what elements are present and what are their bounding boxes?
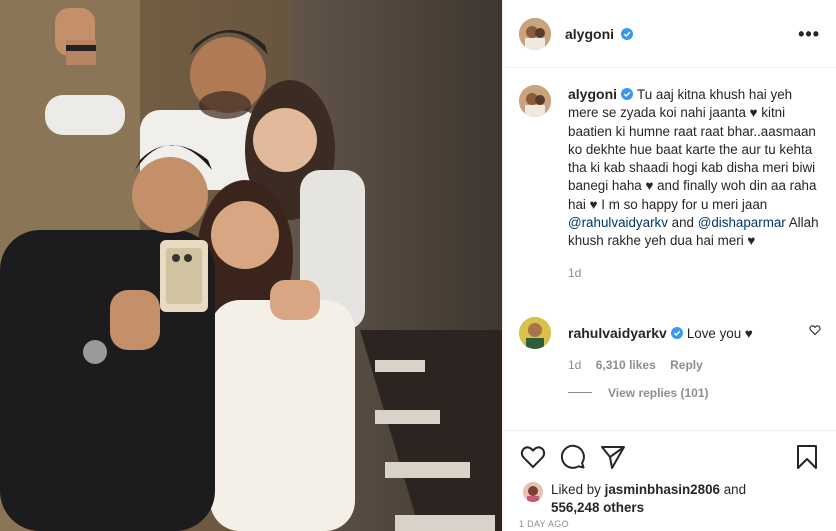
liked-by-prefix: Liked by	[551, 482, 605, 497]
author-name[interactable]: alygoni	[565, 26, 614, 42]
comment-row: rahulvaidyarkv Love you ♥ 1d 6,310 likes …	[519, 316, 821, 372]
comment-icon[interactable]	[559, 443, 587, 471]
caption-segment-1: Tu aaj kitna khush hai yeh mere se zyada…	[568, 87, 817, 212]
caption-username[interactable]: alygoni	[568, 86, 617, 102]
post-actions: Liked by jasminbhasin2806 and 556,248 ot…	[503, 430, 836, 517]
comments-section: alygoni Tu aaj kitna khush hai yeh mere s…	[503, 69, 836, 429]
commenter-avatar[interactable]	[519, 316, 551, 349]
heart-icon[interactable]	[519, 443, 547, 471]
verified-badge-icon	[670, 326, 683, 339]
replies-divider	[568, 392, 592, 394]
caption-meta: 1d	[568, 266, 821, 280]
caption-avatar[interactable]	[519, 85, 551, 117]
liked-by-mid: and	[719, 482, 747, 497]
mention-rahulvaidyarkv[interactable]: @rahulvaidyarkv	[568, 215, 668, 230]
likes-count[interactable]: 556,248 others	[551, 500, 644, 515]
author-avatar[interactable]	[519, 17, 551, 50]
more-options-icon[interactable]: •••	[798, 25, 820, 43]
comment-age[interactable]: 1d	[568, 358, 581, 372]
comment-like-button[interactable]	[809, 317, 821, 372]
post-timestamp[interactable]: 1 DAY AGO	[519, 519, 569, 529]
view-replies-button[interactable]: View replies (101)	[568, 386, 821, 400]
instagram-post: alygoni ••• alygoni Tu aaj kitna khush ha…	[0, 0, 836, 531]
action-bar	[519, 441, 821, 473]
comment-likes[interactable]: 6,310 likes	[596, 358, 656, 372]
comment-content: Love you ♥	[686, 325, 753, 341]
comment-text: rahulvaidyarkv Love you ♥	[568, 317, 809, 343]
liker-username[interactable]: jasminbhasin2806	[605, 482, 720, 497]
comment-body: rahulvaidyarkv Love you ♥ 1d 6,310 likes …	[568, 317, 809, 372]
share-icon[interactable]	[599, 443, 627, 471]
verified-badge-icon	[621, 88, 634, 100]
reply-button[interactable]: Reply	[670, 358, 703, 372]
caption-segment-2: and	[667, 215, 698, 231]
liker-avatar[interactable]	[523, 482, 543, 502]
author-username[interactable]: alygoni	[565, 26, 633, 42]
comment-meta: 1d 6,310 likes Reply	[568, 358, 809, 372]
liked-by-text: Liked by jasminbhasin2806 and 556,248 ot…	[551, 481, 746, 517]
post-sidebar: alygoni ••• alygoni Tu aaj kitna khush ha…	[502, 0, 836, 531]
post-header: alygoni •••	[503, 0, 836, 68]
commenter-username[interactable]: rahulvaidyarkv	[568, 325, 667, 341]
mention-dishaparmar[interactable]: @dishaparmar	[698, 215, 786, 230]
heart-icon	[809, 324, 821, 335]
view-replies-label[interactable]: View replies (101)	[608, 386, 709, 400]
photo-illustration	[0, 0, 502, 531]
caption-row: alygoni Tu aaj kitna khush hai yeh mere s…	[519, 85, 821, 280]
caption-text: alygoni Tu aaj kitna khush hai yeh mere s…	[568, 85, 821, 251]
caption-age[interactable]: 1d	[568, 266, 581, 280]
verified-badge-icon	[620, 27, 633, 40]
liked-by: Liked by jasminbhasin2806 and 556,248 ot…	[519, 481, 821, 517]
post-photo[interactable]	[0, 0, 502, 531]
bookmark-icon[interactable]	[793, 443, 821, 471]
caption-body: alygoni Tu aaj kitna khush hai yeh mere s…	[568, 85, 821, 280]
